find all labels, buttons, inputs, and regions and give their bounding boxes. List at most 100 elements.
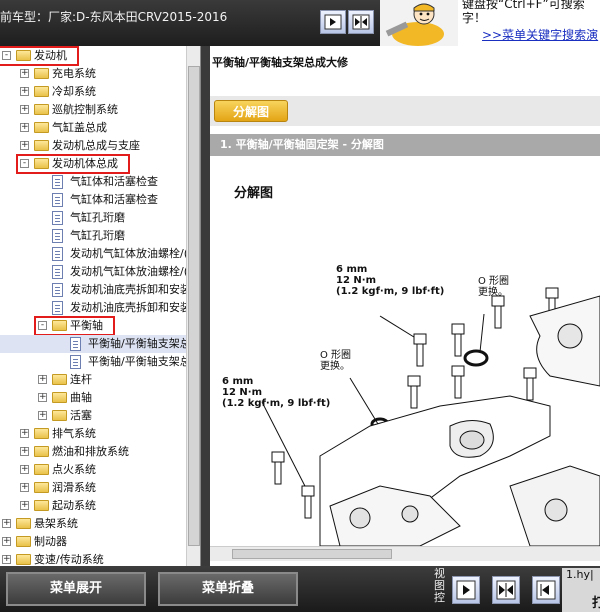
document-icon	[52, 301, 63, 315]
folder-icon	[34, 500, 49, 511]
expand-toggle-icon[interactable]: +	[20, 123, 29, 132]
highlight-box	[34, 316, 115, 336]
tree-item-label: 充电系统	[52, 67, 96, 80]
car-model-title: 前车型：厂家:D-东风本田CRV2015-2016	[0, 10, 228, 24]
folder-icon	[34, 482, 49, 493]
tree-item[interactable]: 气缸体和活塞检查	[0, 191, 186, 209]
expand-toggle-icon[interactable]: +	[20, 501, 29, 510]
folder-icon	[34, 122, 49, 133]
tab-exploded-view[interactable]: 分解图	[214, 100, 288, 122]
next-page-button[interactable]	[320, 10, 346, 34]
tree-item[interactable]: 发动机油底壳拆卸和安装	[0, 299, 191, 317]
tree-scrollbar-thumb[interactable]	[188, 66, 200, 546]
tree-item[interactable]: + 润滑系统	[0, 479, 186, 497]
view-split-button[interactable]	[492, 576, 520, 604]
mechanic-mascot-icon	[380, 0, 458, 46]
tree-item-label: 气缸体和活塞检查	[70, 193, 158, 206]
tree-item-label: 排气系统	[52, 427, 96, 440]
panel-splitter[interactable]	[201, 46, 210, 566]
tree-item[interactable]: + 制动器	[0, 533, 186, 551]
view-next-button[interactable]	[452, 576, 480, 604]
tree-item-label: 活塞	[70, 409, 92, 422]
tree-item-label: 气缸体和活塞检查	[70, 175, 158, 188]
expand-toggle-icon[interactable]: +	[20, 105, 29, 114]
arrow-right-icon	[324, 14, 342, 30]
arrow-right-icon	[456, 580, 476, 600]
diagram-title: 分解图	[234, 186, 274, 201]
document-icon	[70, 337, 81, 351]
tree-item-label: 平衡轴/平衡轴支架总	[88, 337, 191, 350]
folder-icon	[34, 86, 49, 97]
expand-toggle-icon[interactable]: +	[38, 393, 47, 402]
tree-item-label: 发动机气缸体放油螺栓/(	[70, 247, 188, 260]
document-icon	[52, 283, 63, 297]
content-scrollbar-thumb[interactable]	[232, 549, 392, 559]
expand-toggle-icon[interactable]: +	[2, 537, 11, 546]
tree-item-label: 燃油和排放系统	[52, 445, 129, 458]
document-icon	[52, 211, 63, 225]
tree-item[interactable]: + 排气系统	[0, 425, 186, 443]
expand-toggle-icon[interactable]: +	[20, 69, 29, 78]
expand-toggle-icon[interactable]: +	[20, 87, 29, 96]
document-icon	[70, 355, 81, 369]
section-title: 1. 平衡轴/平衡轴固定架 - 分解图	[210, 134, 600, 156]
expand-toggle-icon[interactable]: +	[2, 555, 11, 564]
tree-item-label: 曲轴	[70, 391, 92, 404]
folder-icon	[34, 428, 49, 439]
tree-item[interactable]: 发动机气缸体放油螺栓/(	[0, 245, 188, 263]
expand-toggle-icon[interactable]: +	[2, 519, 11, 528]
tree-item[interactable]: + 点火系统	[0, 461, 186, 479]
collapse-menu-button[interactable]: 菜单折叠	[158, 572, 298, 606]
tree-item[interactable]: + 发动机总成与支座	[0, 137, 186, 155]
document-icon	[52, 229, 63, 243]
tree-item[interactable]: + 变速/传动系统	[0, 551, 186, 566]
document-icon	[52, 265, 63, 279]
tree-item-label: 发动机气缸体放油螺栓/(	[70, 265, 188, 278]
view-previous-button[interactable]	[532, 576, 560, 604]
tree-item[interactable]: + 气缸盖总成	[0, 119, 186, 137]
search-hint-panel: 键盘按“Ctrl+F”可搜索 字！ >>菜单关键字搜索演	[458, 0, 600, 46]
document-icon	[52, 175, 63, 189]
tree-item[interactable]: + 巡航控制系统	[0, 101, 186, 119]
tree-item-label: 悬架系统	[34, 517, 78, 530]
tree-item[interactable]: + 连杆	[0, 371, 186, 389]
tree-item[interactable]: 气缸孔珩磨	[0, 227, 186, 245]
tree-item[interactable]: + 充电系统	[0, 65, 186, 83]
arrow-left-icon	[536, 580, 556, 600]
print-button[interactable]: 打	[592, 592, 600, 611]
folder-icon	[34, 104, 49, 115]
tree-item[interactable]: + 曲轴	[0, 389, 186, 407]
menu-tree-panel: - 发动机 + 充电系统 + 冷却系统 + 巡航控制系统 + 气缸盖总成 + 发动机总成与支座 - 发动机…	[0, 46, 201, 566]
split-arrows-icon	[352, 14, 370, 30]
tree-item[interactable]: 平衡轴/平衡轴支架总	[0, 353, 191, 371]
expand-toggle-icon[interactable]: +	[20, 483, 29, 492]
tree-item-label: 发动机油底壳拆卸和安装	[70, 301, 191, 314]
keyword-search-demo-link[interactable]: >>菜单关键字搜索演	[482, 28, 598, 42]
highlight-box	[16, 154, 130, 174]
tree-item-label: 气缸孔珩磨	[70, 211, 125, 224]
expand-toggle-icon[interactable]: +	[20, 465, 29, 474]
tree-item-label: 变速/传动系统	[34, 553, 104, 566]
tree-item[interactable]: + 悬架系统	[0, 515, 186, 533]
tree-item[interactable]: + 活塞	[0, 407, 186, 425]
expand-toggle-icon[interactable]: +	[38, 375, 47, 384]
tree-item[interactable]: 气缸孔珩磨	[0, 209, 186, 227]
tree-item[interactable]: 气缸体和活塞检查	[0, 173, 186, 191]
mascot-logo-image	[380, 0, 458, 46]
tree-item[interactable]: 发动机气缸体放油螺栓/(	[0, 263, 188, 281]
expand-toggle-icon[interactable]: +	[20, 429, 29, 438]
tree-vertical-scrollbar[interactable]	[186, 46, 200, 566]
split-view-button[interactable]	[348, 10, 374, 34]
content-horizontal-scrollbar[interactable]	[210, 546, 600, 561]
expand-menu-button[interactable]: 菜单展开	[6, 572, 146, 606]
document-icon	[52, 247, 63, 261]
tree-item[interactable]: 发动机油底壳拆卸和安装	[0, 281, 191, 299]
exploded-view-illustration	[261, 287, 600, 546]
tree-item[interactable]: + 燃油和排放系统	[0, 443, 186, 461]
tree-item[interactable]: + 冷却系统	[0, 83, 186, 101]
expand-toggle-icon[interactable]: +	[20, 141, 29, 150]
tree-item[interactable]: + 起动系统	[0, 497, 186, 515]
expand-toggle-icon[interactable]: +	[20, 447, 29, 456]
tree-item[interactable]: 平衡轴/平衡轴支架总	[0, 335, 191, 353]
expand-toggle-icon[interactable]: +	[38, 411, 47, 420]
